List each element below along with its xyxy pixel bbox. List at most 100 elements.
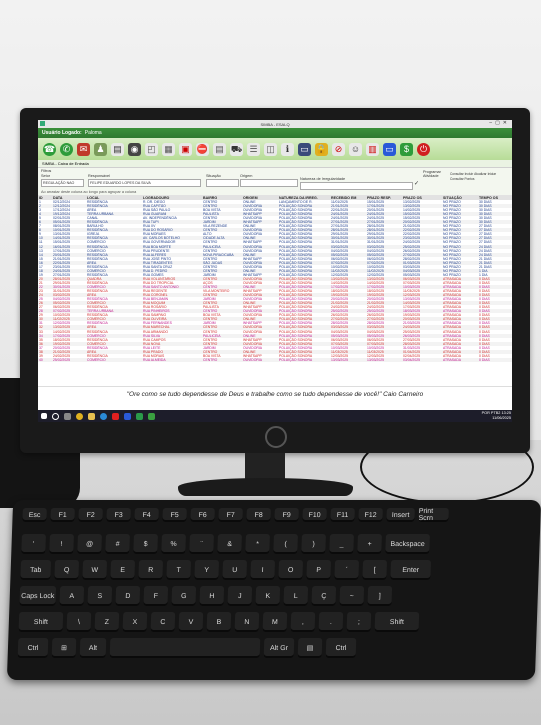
key[interactable]: # xyxy=(105,534,130,554)
map-icon[interactable]: ◰ xyxy=(145,142,158,156)
key[interactable]: B xyxy=(206,612,232,632)
key[interactable]: F12 xyxy=(358,508,383,522)
window-controls[interactable]: –▢✕ xyxy=(489,120,510,126)
consultar-pontos-button[interactable]: Consultar Pontos xyxy=(450,177,474,181)
key[interactable]: Print Scrn xyxy=(418,508,449,522)
key[interactable]: F1 xyxy=(50,508,75,522)
key[interactable]: Esc xyxy=(22,508,47,522)
key[interactable]: G xyxy=(171,586,197,606)
key[interactable]: ´ xyxy=(334,560,360,580)
key[interactable]: & xyxy=(217,534,242,554)
key[interactable]: R xyxy=(138,560,164,580)
key[interactable]: F2 xyxy=(78,508,103,522)
window-icon[interactable]: ▭ xyxy=(383,142,396,156)
key[interactable]: Ctrl xyxy=(325,638,357,658)
app-taskbar-icon[interactable] xyxy=(148,412,155,420)
search-icon[interactable] xyxy=(52,412,59,420)
key[interactable]: + xyxy=(357,534,382,554)
form-icon[interactable]: ▦ xyxy=(162,142,175,156)
key[interactable]: S xyxy=(87,586,113,606)
key[interactable]: Ç xyxy=(311,586,337,606)
atualizar-button[interactable]: Atualizar xyxy=(474,172,486,176)
key[interactable]: * xyxy=(245,534,270,554)
key[interactable]: F9 xyxy=(274,508,299,522)
lock-icon[interactable]: 🔒 xyxy=(315,142,328,156)
key[interactable]: I xyxy=(250,560,276,580)
iniciar-button[interactable]: Iniciar xyxy=(488,172,497,176)
key[interactable]: ( xyxy=(273,534,298,554)
edge-icon[interactable] xyxy=(100,412,107,420)
key[interactable]: Shift xyxy=(18,612,64,632)
key[interactable]: Insert xyxy=(386,508,415,522)
excel-icon[interactable] xyxy=(136,412,143,420)
tag-icon[interactable]: ◫ xyxy=(264,142,277,156)
key[interactable]: F xyxy=(143,586,169,606)
key[interactable]: Y xyxy=(194,560,220,580)
whatsapp-icon[interactable]: ✆ xyxy=(60,142,73,156)
key[interactable]: Z xyxy=(94,612,120,632)
key[interactable]: F10 xyxy=(302,508,327,522)
key[interactable]: X xyxy=(122,612,148,632)
key[interactable]: Ctrl xyxy=(17,638,49,658)
key[interactable]: ' xyxy=(21,534,46,554)
key[interactable]: F11 xyxy=(330,508,355,522)
key[interactable]: N xyxy=(234,612,260,632)
truck-icon[interactable]: ⛟ xyxy=(230,142,243,156)
key[interactable]: _ xyxy=(329,534,354,554)
people-icon[interactable]: ♟ xyxy=(94,142,107,156)
word-icon[interactable] xyxy=(124,412,131,420)
cash-icon[interactable]: $ xyxy=(400,142,413,156)
key[interactable]: L xyxy=(283,586,309,606)
key[interactable]: O xyxy=(278,560,304,580)
table-row[interactable]: 40 25/02/2025 COMÉRCIO RUA ALMEIDA CENTRO OUV… xyxy=(38,357,512,362)
key[interactable]: ] xyxy=(367,586,393,606)
key[interactable]: % xyxy=(161,534,186,554)
key[interactable]: J xyxy=(227,586,253,606)
key[interactable]: P xyxy=(306,560,332,580)
key[interactable]: Alt xyxy=(79,638,107,658)
key[interactable]: H xyxy=(199,586,225,606)
start-icon[interactable] xyxy=(41,413,47,419)
situacao-select[interactable] xyxy=(206,179,239,187)
block-icon[interactable]: ⊘ xyxy=(332,142,345,156)
document-icon[interactable]: ▤ xyxy=(111,142,124,156)
key[interactable]: W xyxy=(82,560,108,580)
report-icon[interactable]: ▤ xyxy=(213,142,226,156)
chrome-icon[interactable] xyxy=(76,412,83,420)
key[interactable]: D xyxy=(115,586,141,606)
key[interactable]: F8 xyxy=(246,508,271,522)
key[interactable]: @ xyxy=(77,534,102,554)
key[interactable]: [ xyxy=(362,560,388,580)
key[interactable]: F4 xyxy=(134,508,159,522)
key[interactable]: ) xyxy=(301,534,326,554)
responsavel-select[interactable]: FELIPE EDUARDO LOPES DA SILVA xyxy=(88,179,201,187)
key[interactable]: Shift xyxy=(374,612,420,632)
youtube-icon[interactable] xyxy=(112,412,119,420)
key[interactable]: Tab xyxy=(20,560,52,580)
key[interactable]: Q xyxy=(54,560,80,580)
taskview-icon[interactable] xyxy=(64,412,71,420)
key[interactable]: A xyxy=(59,586,85,606)
user-icon[interactable]: ☺ xyxy=(349,142,362,156)
camera-icon[interactable]: ◉ xyxy=(128,142,141,156)
stop-icon[interactable]: ⛔ xyxy=(196,142,209,156)
mail-icon[interactable]: ✉ xyxy=(77,142,90,156)
consultar-button[interactable]: Consultar xyxy=(450,172,464,176)
key[interactable]: Caps Lock xyxy=(19,586,57,606)
key[interactable]: F7 xyxy=(218,508,243,522)
key[interactable]: F3 xyxy=(106,508,131,522)
key[interactable]: ¨ xyxy=(189,534,214,554)
confirm-check-icon[interactable]: ✓ xyxy=(414,180,419,187)
key[interactable]: F6 xyxy=(190,508,215,522)
key[interactable]: Enter xyxy=(390,560,432,580)
key[interactable]: , xyxy=(290,612,316,632)
key[interactable] xyxy=(109,638,261,658)
key[interactable]: ~ xyxy=(339,586,365,606)
key[interactable]: $ xyxy=(133,534,158,554)
key[interactable]: ⊞ xyxy=(51,638,77,658)
key[interactable]: F5 xyxy=(162,508,187,522)
key[interactable]: U xyxy=(222,560,248,580)
key[interactable]: Backspace xyxy=(385,534,430,554)
chart-icon[interactable]: ▥ xyxy=(366,142,379,156)
calendar-icon[interactable]: ▣ xyxy=(179,142,192,156)
